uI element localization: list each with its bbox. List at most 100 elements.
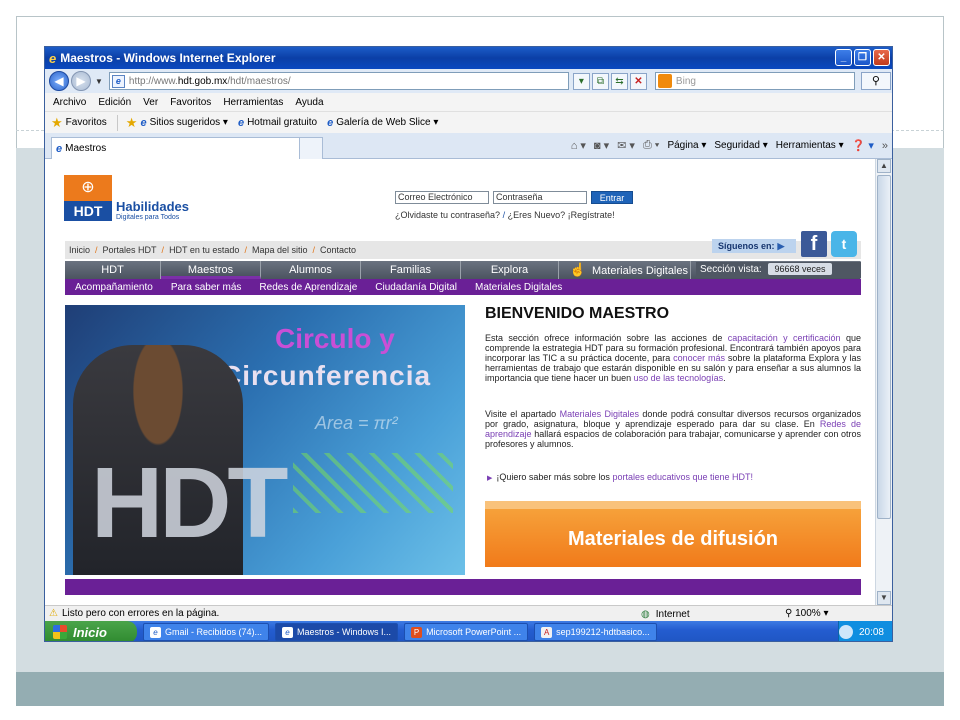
restore-button[interactable]: ❐	[854, 49, 871, 66]
forward-button[interactable]: ▶	[71, 71, 91, 91]
crumb-mapa[interactable]: Mapa del sitio	[252, 245, 308, 255]
pointing-hand-icon: ☝	[569, 262, 587, 277]
back-button[interactable]: ◀	[49, 71, 69, 91]
fav-hotmail[interactable]: e Hotmail gratuito	[238, 117, 317, 129]
facebook-icon[interactable]: f	[801, 231, 827, 257]
chevron-more-icon[interactable]: »	[882, 140, 888, 152]
materiales-digitales-link[interactable]: Materiales Digitales	[560, 409, 639, 419]
url-path: /hdt/maestros/	[227, 75, 291, 87]
clock: 20:08	[858, 626, 884, 638]
start-button[interactable]: Inicio	[45, 621, 137, 641]
crumb-portales[interactable]: Portales HDT	[103, 245, 157, 255]
menu-herramientas[interactable]: Herramientas	[223, 97, 283, 108]
nav-maestros[interactable]: Maestros	[161, 261, 261, 279]
login-form: Correo Electrónico Contraseña Entrar	[395, 191, 633, 204]
nav-hdt[interactable]: HDT	[65, 261, 161, 279]
home-icon[interactable]: ⌂ ▾	[571, 139, 586, 152]
uso-tecnologias-link[interactable]: uso de las tecnologías	[634, 373, 724, 383]
login-links: ¿Olvidaste tu contraseña? / ¿Eres Nuevo?…	[395, 210, 615, 220]
task-label: Microsoft PowerPoint ...	[426, 627, 522, 637]
crumb-inicio[interactable]: Inicio	[69, 245, 90, 255]
capacitacion-link[interactable]: capacitación y certificación	[728, 333, 841, 343]
bullet-arrow-icon: ▶	[487, 475, 493, 482]
vertical-scrollbar[interactable]: ▲ ▼	[875, 159, 892, 605]
tab-bar: e Maestros ⌂ ▾ ◙ ▾ ✉ ▾ ⎙ ▾ Página ▾ Segu…	[45, 133, 892, 159]
print-icon[interactable]: ⎙ ▾	[643, 139, 659, 152]
zoom-dropdown-icon: ▾	[823, 608, 829, 619]
url-prefix: http://www.	[128, 75, 178, 87]
nav-alumnos[interactable]: Alumnos	[261, 261, 361, 279]
hdt-logo[interactable]: ⊕ HDT Habilidades Digitales para Todos	[64, 175, 196, 223]
subnav-materiales[interactable]: Materiales Digitales	[475, 282, 562, 293]
add-favorite-icon[interactable]: ★	[126, 115, 138, 131]
register-link[interactable]: ¿Eres Nuevo? ¡Regístrate!	[508, 210, 615, 220]
scroll-up-icon[interactable]: ▲	[877, 159, 891, 173]
hero-graphic	[293, 453, 453, 513]
menu-ver[interactable]: Ver	[143, 97, 158, 108]
scroll-thumb[interactable]	[877, 175, 891, 519]
email-field[interactable]: Correo Electrónico	[395, 191, 489, 204]
search-button[interactable]: ⚲	[860, 72, 891, 90]
crumb-estado[interactable]: HDT en tu estado	[169, 245, 239, 255]
menu-edicion[interactable]: Edición	[98, 97, 131, 108]
forgot-password-link[interactable]: ¿Olvidaste tu contraseña?	[395, 210, 500, 220]
nav-materiales[interactable]: ☝ Materiales Digitales	[559, 261, 691, 279]
favorites-button[interactable]: ★ Favoritos	[51, 115, 107, 131]
system-tray: 20:08	[838, 621, 892, 641]
page-favicon-icon: e	[111, 74, 125, 88]
cmd-herramientas[interactable]: Herramientas ▾	[776, 140, 844, 151]
new-tab-button[interactable]	[299, 137, 323, 159]
crumb-separator: /	[95, 245, 98, 255]
menu-favoritos[interactable]: Favoritos	[170, 97, 211, 108]
conocer-mas-link[interactable]: conocer más	[673, 353, 725, 363]
subnav-saber-mas[interactable]: Para saber más	[171, 282, 242, 293]
task-pdf[interactable]: A sep199212-hdtbasico...	[534, 623, 657, 641]
login-button[interactable]: Entrar	[591, 191, 633, 204]
password-field[interactable]: Contraseña	[493, 191, 587, 204]
crumb-contacto[interactable]: Contacto	[320, 245, 356, 255]
refresh-icon[interactable]: ⇆	[610, 72, 628, 90]
help-icon[interactable]: ❓ ▾	[852, 139, 874, 152]
subnav-redes[interactable]: Redes de Aprendizaje	[259, 282, 357, 293]
tab-label: Maestros	[65, 143, 107, 154]
logo-tagline: Digitales para Todos	[116, 214, 180, 221]
mail-icon[interactable]: ✉ ▾	[617, 139, 635, 152]
compat-icon[interactable]: ⧉	[591, 72, 609, 90]
fav-suggested-sites[interactable]: e Sitios sugeridos ▾	[140, 117, 228, 129]
twitter-icon[interactable]: t	[831, 231, 857, 257]
warning-icon[interactable]: ⚠	[49, 608, 58, 619]
task-powerpoint[interactable]: P Microsoft PowerPoint ...	[404, 623, 529, 641]
nav-familias[interactable]: Familias	[361, 261, 461, 279]
fav-label: Sitios sugeridos ▾	[149, 117, 228, 128]
materiales-difusion-banner[interactable]: Materiales de difusión	[485, 501, 861, 567]
subnav-ciudadania[interactable]: Ciudadanía Digital	[375, 282, 457, 293]
task-maestros[interactable]: e Maestros - Windows I...	[275, 623, 399, 641]
cmd-pagina[interactable]: Página ▾	[667, 140, 706, 151]
zoom-control[interactable]: ⚲ 100% ▾	[785, 606, 829, 622]
nav-explora[interactable]: Explora	[461, 261, 559, 279]
stop-icon[interactable]: ✕	[629, 72, 647, 90]
compatibility-view-icon[interactable]: ▾	[572, 72, 590, 90]
menu-archivo[interactable]: Archivo	[53, 97, 86, 108]
portales-link[interactable]: portales educativos que tiene HDT!	[612, 472, 753, 482]
task-gmail[interactable]: e Gmail - Recibidos (74)...	[143, 623, 270, 641]
tray-network-icon[interactable]	[839, 625, 853, 639]
tab-maestros[interactable]: e Maestros	[51, 137, 321, 159]
subnav-acompanamiento[interactable]: Acompañamiento	[75, 282, 153, 293]
feeds-icon[interactable]: ◙ ▾	[594, 139, 609, 152]
crumb-separator: /	[312, 245, 315, 255]
pdf-icon: A	[541, 626, 553, 638]
scroll-down-icon[interactable]: ▼	[877, 591, 891, 605]
address-input[interactable]: e http://www. hdt.gob.mx/hdt/maestros/	[108, 72, 569, 90]
minimize-button[interactable]: _	[835, 49, 852, 66]
close-button[interactable]: ✕	[873, 49, 890, 66]
crumb-separator: /	[244, 245, 247, 255]
menu-ayuda[interactable]: Ayuda	[295, 97, 323, 108]
ie-page-icon: e	[237, 116, 245, 129]
history-dropdown-icon[interactable]: ▼	[95, 77, 103, 86]
address-toolbar: ◀ ▶ ▼ e http://www. hdt.gob.mx/hdt/maestr…	[45, 69, 892, 93]
security-zone: Internet	[655, 608, 690, 620]
search-input[interactable]: Bing	[654, 72, 855, 90]
cmd-seguridad[interactable]: Seguridad ▾	[714, 140, 767, 151]
fav-web-slice[interactable]: e Galería de Web Slice ▾	[327, 117, 438, 129]
